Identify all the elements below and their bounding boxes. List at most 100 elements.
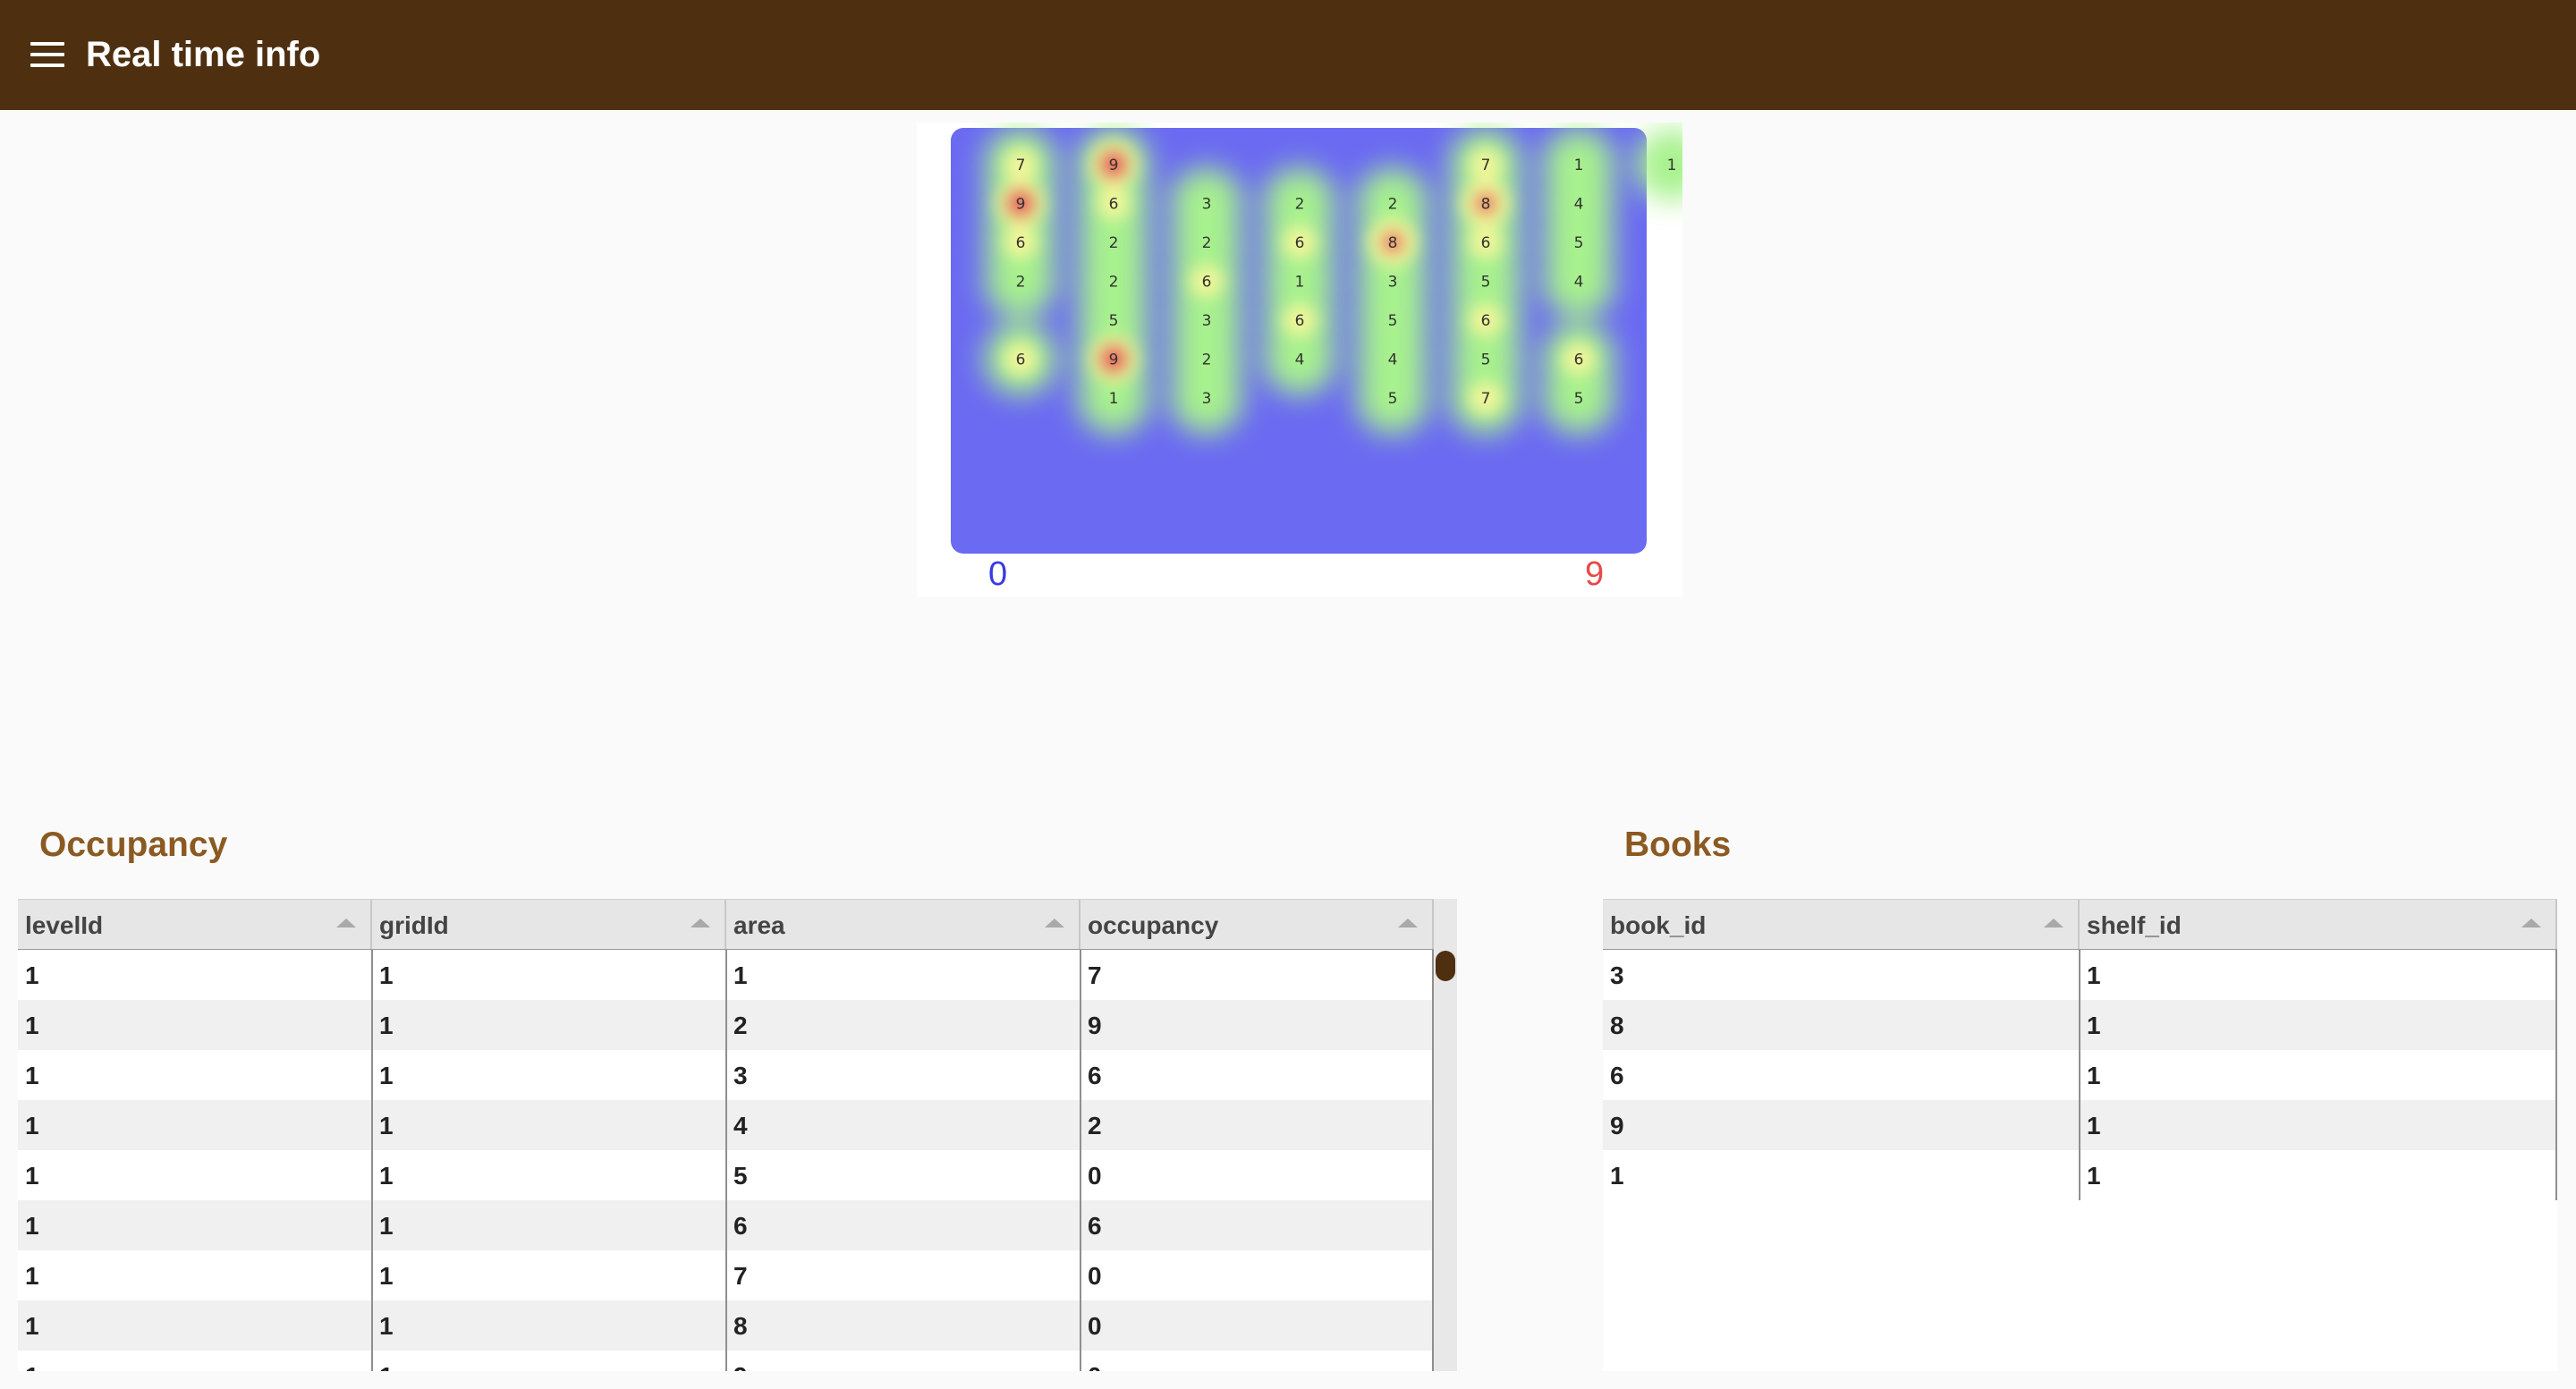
table-cell: 2 [733,1012,748,1039]
table-cell: 1 [379,1112,394,1139]
heatmap-cell-value: 3 [1202,312,1212,330]
heatmap-cell-value: 6 [1109,196,1119,214]
heatmap-cell-value: 4 [1388,351,1398,369]
heatmap-cell-value: 6 [1481,312,1491,330]
column-header-levelid[interactable]: levelId [18,900,372,949]
table-cell: 7 [733,1262,748,1290]
heatmap-cell-value: 9 [1109,351,1119,369]
table-cell: 1 [2087,1162,2101,1190]
table-cell: 1 [2087,1062,2101,1089]
heatmap-cell-value: 1 [1574,157,1584,174]
heatmap-cell-value: 9 [1016,196,1026,214]
heatmap-cell-value: 8 [1388,234,1398,252]
menu-line [30,53,64,56]
heatmap-cell-value: 4 [1574,196,1584,214]
table-cell: 6 [1088,1062,1102,1089]
table-cell: 1 [1610,1162,1624,1190]
heatmap-cell-value: 6 [1481,234,1491,252]
app-title: Real time info [86,35,321,74]
table-cell: 1 [25,1112,39,1139]
column-header-area[interactable]: area [726,900,1080,949]
table-cell: 1 [379,1012,394,1039]
table-body: 111711291136114211501166117011801190 [18,950,1434,1371]
sort-ascending-icon[interactable] [336,919,356,927]
books-section-title: Books [1624,826,1732,864]
column-header-gridid[interactable]: gridId [372,900,726,949]
column-divider [1080,950,1081,1371]
table-cell: 1 [2087,1112,2101,1139]
table-cell: 1 [379,1262,394,1290]
sort-ascending-icon[interactable] [2521,919,2541,927]
heatmap-legend-min: 0 [988,555,1008,593]
heatmap-canvas: 7 9 7 1 1 9 6 3 2 2 8 4 6 2 2 6 8 6 5 2 2 6 1 3 5 4 5 3 6 5 6 6 9 2 4 4 5 6 1 3… [951,128,1682,554]
table-header: levelId gridId area occupancy [18,899,1434,951]
heatmap-cell-value: 5 [1388,312,1398,330]
column-header-label: shelf_id [2087,911,2182,939]
table-cell: 2 [1088,1112,1102,1139]
heatmap-cell-value: 2 [1109,274,1119,292]
heatmap-cell-value: 1 [1109,390,1119,408]
table-cell: 1 [372,1351,726,1371]
occupancy-table: levelId gridId area occupancy 1117112911… [18,899,1457,1371]
table-cell: 1 [25,1262,39,1290]
table-body: 3 1 8 1 6 1 9 1 1 1 [1603,950,2557,1371]
heatmap-cell-value: 9 [1109,157,1119,174]
vertical-scrollbar[interactable] [1434,899,1457,1371]
menu-line [30,64,64,67]
table-cell: 0 [1080,1351,1434,1371]
sort-ascending-icon[interactable] [691,919,710,927]
column-header-book-id[interactable]: book_id [1603,900,2080,949]
sort-ascending-icon[interactable] [2044,919,2063,927]
column-divider [371,950,373,1371]
sort-ascending-icon[interactable] [1045,919,1064,927]
heatmap-cell-value: 2 [1202,234,1212,252]
heatmap-cell-value: 8 [1481,196,1491,214]
table-cell: 1 [2087,1012,2101,1039]
heatmap-legend-max: 9 [1585,555,1605,593]
heatmap-cell-value: 6 [1295,312,1305,330]
scrollbar-thumb[interactable] [1436,951,1455,981]
table-cell: 1 [379,1312,394,1340]
sort-ascending-icon[interactable] [1398,919,1418,927]
hamburger-menu-icon[interactable] [30,40,64,69]
occupancy-heatmap: 7 9 7 1 1 9 6 3 2 2 8 4 6 2 2 6 8 6 5 2 2 6 1 3 5 4 5 3 6 5 6 6 9 2 4 4 5 6 1 3… [917,123,1682,597]
table-cell: 4 [733,1112,748,1139]
heatmap-cell-value: 2 [1388,196,1398,214]
heatmap-cell-value: 1 [1667,157,1677,174]
menu-line [30,42,64,46]
table-cell: 1 [733,961,748,989]
table-cell: 3 [1610,961,1624,989]
heatmap-cell-value: 3 [1388,274,1398,292]
table-cell: 1 [25,1162,39,1190]
heatmap-cell-value: 4 [1574,274,1584,292]
table-cell: 1 [18,1351,372,1371]
column-header-shelf-id[interactable]: shelf_id [2080,900,2557,949]
table-cell: 8 [1610,1012,1624,1039]
table-cell: 8 [733,1312,748,1340]
table-cell: 0 [1088,1262,1102,1290]
table-cell: 1 [2087,961,2101,989]
column-divider [2079,950,2080,1200]
table-cell: 5 [733,1162,748,1190]
heatmap-cell-value: 6 [1202,274,1212,292]
column-header-label: area [733,911,785,939]
heatmap-cell-value: 5 [1481,351,1491,369]
column-header-occupancy[interactable]: occupancy [1080,900,1434,949]
table-cell: 3 [733,1062,748,1089]
heatmap-cell-value: 1 [1295,274,1305,292]
books-table: book_id shelf_id 3 1 8 1 6 1 9 1 1 1 [1603,899,2557,1371]
table-cell: 9 [726,1351,1080,1371]
table-cell: 9 [1088,1012,1102,1039]
heatmap-cell-value: 2 [1016,274,1026,292]
table-cell: 1 [25,1212,39,1240]
heatmap-cell-value: 6 [1295,234,1305,252]
column-header-label: occupancy [1088,911,1219,939]
column-divider [2555,950,2557,1200]
heatmap-cell-value: 2 [1109,234,1119,252]
heatmap-cell-value: 6 [1574,351,1584,369]
heatmap-cell-value: 7 [1481,157,1491,174]
table-cell: 1 [25,1312,39,1340]
heatmap-cell-value: 3 [1202,196,1212,214]
heatmap-cell-value: 5 [1388,390,1398,408]
occupancy-section-title: Occupancy [39,826,228,864]
